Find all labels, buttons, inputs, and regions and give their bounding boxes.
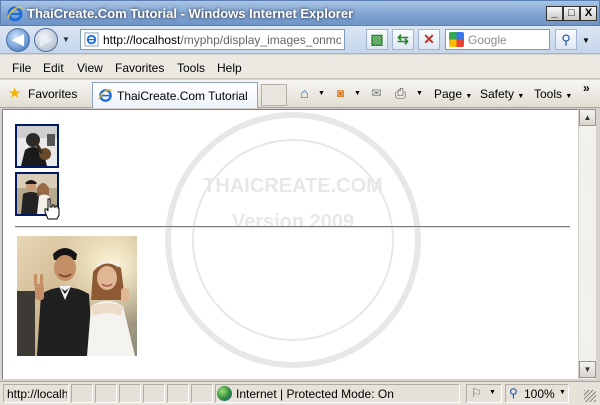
menu-help[interactable]: Help	[217, 61, 242, 75]
status-url: http://localhost	[7, 387, 67, 401]
print-icon[interactable]: ⎙	[392, 85, 409, 102]
horizontal-rule	[15, 226, 570, 228]
ie-logo-icon	[7, 6, 23, 22]
menu-file[interactable]: File	[12, 61, 31, 75]
status-cell	[191, 384, 213, 403]
scroll-up-arrow-icon: ▲	[583, 113, 592, 122]
refresh-icon: ⇆	[397, 31, 409, 47]
page-menu-label: Page	[434, 87, 463, 101]
tab-ie-icon	[98, 89, 113, 102]
tools-menu-label: Tools	[534, 87, 563, 101]
protected-mode-cell[interactable]: ⚐ ▼	[466, 384, 502, 403]
home-icon[interactable]: ⌂	[296, 85, 313, 102]
minimize-button[interactable]: _	[546, 6, 563, 21]
home-dropdown-icon[interactable]: ▼	[318, 90, 325, 97]
status-cell	[167, 384, 189, 403]
chevron-down-icon: ▼	[565, 93, 573, 100]
refresh-button[interactable]: ⇆	[392, 29, 414, 50]
feeds-dropdown-icon[interactable]: ▼	[354, 90, 361, 97]
tab-label: ThaiCreate.Com Tutorial	[117, 89, 248, 103]
address-url-host: http://localhost	[103, 33, 181, 47]
page-ie-icon	[84, 32, 99, 47]
hand-cursor-icon	[44, 198, 60, 220]
thumbnail-image-1[interactable]	[15, 124, 59, 168]
search-button[interactable]: ⚲	[555, 29, 577, 50]
close-button[interactable]: X	[580, 6, 597, 21]
resize-grip-icon[interactable]	[584, 390, 596, 402]
stop-button[interactable]: ✕	[418, 29, 440, 50]
scroll-down-arrow-icon: ▼	[583, 365, 592, 374]
watermark-seal: THAICREATE.COM Version 2009	[165, 112, 421, 368]
favorites-bar: ★ Favorites ThaiCreate.Com Tutorial ⌂ ▼ …	[0, 80, 600, 108]
back-arrow-icon: ◀	[12, 31, 24, 48]
watermark-line2: Version 2009	[232, 211, 354, 233]
status-cell	[71, 384, 93, 403]
status-url-cell: http://localhost	[3, 384, 69, 403]
back-button[interactable]: ◀	[6, 28, 30, 52]
mail-icon[interactable]: ✉	[368, 85, 385, 102]
display-image	[17, 236, 137, 356]
chevron-down-icon: ▼	[465, 93, 473, 100]
tab-thaicreate[interactable]: ThaiCreate.Com Tutorial	[92, 82, 258, 108]
chevron-down-icon: ▼	[517, 93, 525, 100]
display-image-photo	[17, 236, 137, 356]
status-bar: http://localhost Internet | Protected Mo…	[0, 381, 600, 405]
search-input[interactable]: Google	[468, 33, 507, 47]
magnifier-icon: ⚲	[561, 32, 571, 47]
thumbnail-photo-1	[17, 126, 57, 166]
navigation-bar: ◀ ▶ ▼ http://localhost/myphp/display_ima…	[0, 26, 600, 54]
internet-zone-globe-icon	[217, 386, 232, 401]
compatibility-view-icon: ▧	[370, 31, 384, 47]
status-cell	[119, 384, 141, 403]
tools-menu-button[interactable]: Tools ▼	[534, 87, 572, 101]
print-dropdown-icon[interactable]: ▼	[416, 90, 423, 97]
page-content: THAICREATE.COM Version 2009	[2, 109, 578, 379]
scroll-down-button[interactable]: ▼	[579, 361, 596, 378]
rss-icon[interactable]: ◙	[332, 85, 349, 102]
safety-menu-button[interactable]: Safety ▼	[480, 87, 524, 101]
window-title: ThaiCreate.Com Tutorial - Windows Intern…	[27, 6, 354, 21]
new-tab-button[interactable]	[261, 84, 287, 106]
address-bar[interactable]: http://localhost/myphp/display_images_on…	[80, 29, 345, 50]
more-commands-button[interactable]: »	[583, 81, 590, 95]
forward-button[interactable]: ▶	[34, 28, 58, 52]
forward-arrow-icon: ▶	[40, 31, 52, 48]
zoom-level: 100%	[524, 387, 555, 401]
compatibility-view-button[interactable]: ▧	[366, 29, 388, 50]
search-box[interactable]: Google	[445, 29, 550, 50]
chevron-down-icon: ▼	[489, 389, 496, 396]
title-bar: ThaiCreate.Com Tutorial - Windows Intern…	[0, 0, 600, 26]
address-url-path: /myphp/display_images_onmousec	[180, 33, 341, 47]
favorites-star-icon[interactable]: ★	[8, 86, 21, 101]
vertical-scrollbar[interactable]: ▲ ▼	[578, 109, 596, 379]
menu-view[interactable]: View	[77, 61, 103, 75]
zoom-cell[interactable]: ⚲ 100% ▼	[505, 384, 569, 403]
menu-favorites[interactable]: Favorites	[115, 61, 164, 75]
page-menu-button[interactable]: Page ▼	[434, 87, 472, 101]
status-cell	[143, 384, 165, 403]
maximize-button[interactable]: □	[563, 6, 580, 21]
scroll-up-button[interactable]: ▲	[579, 109, 596, 126]
google-icon	[449, 32, 464, 47]
recent-pages-dropdown-icon[interactable]: ▼	[62, 35, 70, 44]
favorites-button[interactable]: Favorites	[28, 87, 77, 101]
search-options-dropdown-icon[interactable]: ▼	[582, 36, 590, 45]
menu-edit[interactable]: Edit	[43, 61, 64, 75]
watermark-line1: THAICREATE.COM	[203, 175, 383, 197]
status-cell	[95, 384, 117, 403]
stop-icon: ✕	[423, 31, 435, 47]
lock-icon: ⚐	[471, 386, 482, 400]
safety-menu-label: Safety	[480, 87, 515, 101]
zoom-magnifier-icon: ⚲	[509, 386, 518, 400]
security-zone-text: Internet | Protected Mode: On	[236, 387, 394, 401]
address-url[interactable]: http://localhost/myphp/display_images_on…	[103, 33, 341, 47]
menu-tools[interactable]: Tools	[177, 61, 205, 75]
menu-bar: File Edit View Favorites Tools Help	[0, 55, 600, 79]
chevron-down-icon: ▼	[559, 389, 566, 396]
